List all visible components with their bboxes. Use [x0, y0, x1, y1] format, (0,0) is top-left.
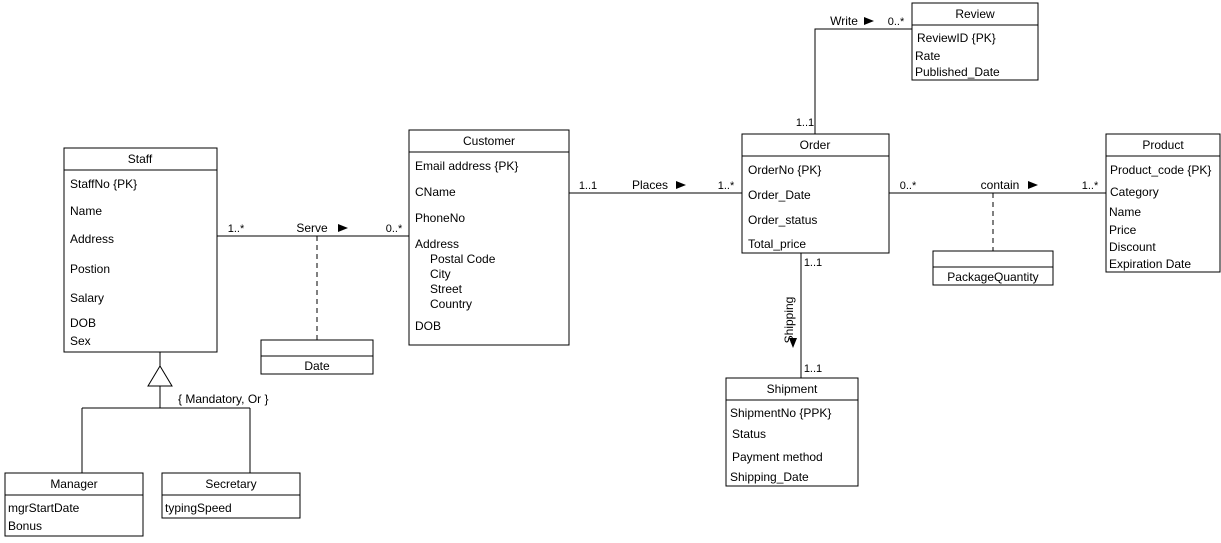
class-order-title: Order: [800, 138, 831, 152]
class-staff-attr: DOB: [70, 316, 96, 330]
class-order-attr: Total_price: [748, 237, 806, 251]
assoc-contain-mult-right: 1..*: [1082, 180, 1099, 192]
class-product-attr: Category: [1110, 185, 1159, 199]
class-customer-attr: Postal Code: [430, 252, 496, 266]
assoc-serve-mult-right: 0..*: [386, 223, 403, 235]
class-customer-attr: Street: [430, 282, 463, 296]
assoc-shipping: 1..1 1..1 Shipping: [782, 253, 822, 378]
class-review-attr: ReviewID {PK}: [917, 31, 996, 45]
class-order: Order OrderNo {PK} Order_Date Order_stat…: [742, 134, 889, 253]
generalization-branch: [82, 408, 250, 473]
assoc-contain-label: contain: [981, 178, 1020, 192]
class-packagequantity: PackageQuantity: [933, 251, 1053, 285]
assoc-write: 1..1 0..* Write: [796, 14, 912, 134]
assoc-write-label: Write: [830, 14, 858, 28]
class-review: Review ReviewID {PK} Rate Published_Date: [912, 3, 1038, 80]
class-customer-attr: Email address {PK}: [415, 159, 518, 173]
assoc-places-label: Places: [632, 178, 668, 192]
assoc-places-mult-left: 1..1: [579, 180, 597, 192]
class-staff-attr: Name: [70, 204, 102, 218]
assoc-contain: 0..* 1..* contain: [889, 178, 1106, 251]
assoc-serve-arrow: [338, 224, 348, 232]
class-customer-attr: Country: [430, 297, 472, 311]
class-shipment-attr: ShipmentNo {PPK}: [730, 406, 831, 420]
class-customer-attr: Address: [415, 237, 459, 251]
class-manager: Manager mgrStartDate Bonus: [5, 473, 143, 536]
class-customer-attr: PhoneNo: [415, 211, 465, 225]
class-customer-attr: DOB: [415, 319, 441, 333]
generalization-staff: { Mandatory, Or }: [148, 352, 269, 408]
assoc-shipping-mult-left: 1..1: [804, 257, 822, 269]
class-secretary: Secretary typingSpeed: [162, 473, 300, 518]
class-secretary-title: Secretary: [205, 477, 256, 491]
class-date: Date: [261, 340, 373, 374]
class-staff-title: Staff: [128, 152, 153, 166]
class-customer-title: Customer: [463, 134, 515, 148]
class-staff-attr: Salary: [70, 291, 104, 305]
assoc-serve-mult-left: 1..*: [228, 223, 245, 235]
class-shipment: Shipment ShipmentNo {PPK} Status Payment…: [726, 378, 858, 486]
class-shipment-attr: Payment method: [732, 450, 823, 464]
class-review-attr: Published_Date: [915, 65, 1000, 79]
class-product: Product Product_code {PK} Category Name …: [1106, 134, 1220, 272]
class-review-attr: Rate: [915, 49, 941, 63]
class-customer-attr: CName: [415, 185, 456, 199]
assoc-places: 1..1 1..* Places: [569, 178, 742, 193]
assoc-serve: 1..* 0..* Serve: [217, 221, 409, 340]
assoc-write-arrow: [864, 17, 874, 25]
class-product-attr: Price: [1109, 223, 1137, 237]
class-manager-title: Manager: [50, 477, 97, 491]
class-packagequantity-title: PackageQuantity: [947, 270, 1038, 284]
class-date-title: Date: [304, 359, 330, 373]
class-staff-attr: Postion: [70, 262, 110, 276]
class-staff-attr: Address: [70, 232, 114, 246]
class-shipment-attr: Status: [732, 427, 766, 441]
class-secretary-attr: typingSpeed: [165, 501, 232, 515]
assoc-write-mult-right: 0..*: [888, 16, 905, 28]
class-product-attr: Name: [1109, 205, 1141, 219]
assoc-contain-arrow: [1028, 181, 1038, 189]
class-staff: Staff StaffNo {PK} Name Address Postion …: [64, 148, 217, 352]
class-manager-attr: mgrStartDate: [8, 501, 80, 515]
class-shipment-attr: Shipping_Date: [730, 470, 809, 484]
class-staff-attr: StaffNo {PK}: [70, 177, 137, 191]
class-review-title: Review: [955, 7, 995, 21]
assoc-places-mult-right: 1..*: [718, 180, 735, 192]
class-product-attr: Expiration Date: [1109, 257, 1191, 271]
class-order-attr: Order_Date: [748, 188, 811, 202]
assoc-contain-mult-left: 0..*: [900, 180, 917, 192]
class-order-attr: Order_status: [748, 213, 817, 227]
assoc-shipping-mult-right: 1..1: [804, 363, 822, 375]
class-product-title: Product: [1142, 138, 1184, 152]
class-manager-attr: Bonus: [8, 519, 42, 533]
class-shipment-title: Shipment: [767, 382, 818, 396]
class-customer-attr: City: [430, 267, 451, 281]
class-product-attr: Product_code {PK}: [1110, 163, 1211, 177]
assoc-write-mult-left: 1..1: [796, 117, 814, 129]
class-order-attr: OrderNo {PK}: [748, 163, 821, 177]
uml-class-diagram: Staff StaffNo {PK} Name Address Postion …: [0, 0, 1221, 543]
assoc-places-arrow: [676, 181, 686, 189]
generalization-constraint: { Mandatory, Or }: [178, 392, 269, 406]
class-product-attr: Discount: [1109, 240, 1156, 254]
class-customer: Customer Email address {PK} CName PhoneN…: [409, 130, 569, 345]
assoc-shipping-label: Shipping: [782, 297, 796, 344]
assoc-serve-label: Serve: [296, 221, 328, 235]
class-staff-attr: Sex: [70, 334, 91, 348]
